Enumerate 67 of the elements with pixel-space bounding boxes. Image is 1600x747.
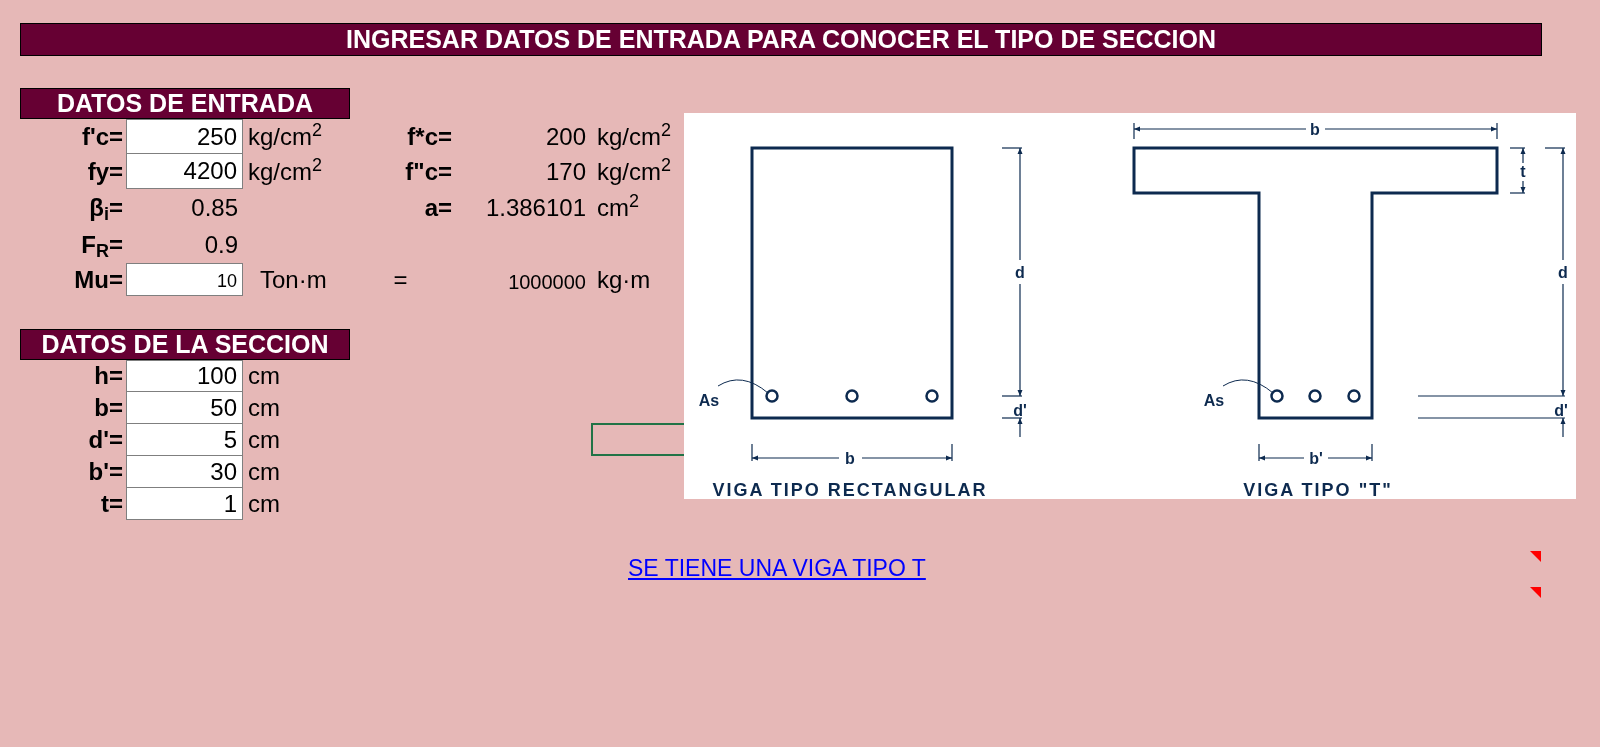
value-input-field[interactable]: 250: [126, 119, 243, 154]
unit-label: kg·m: [597, 265, 651, 293]
unit-label: cm: [248, 426, 280, 453]
dimension-label: d: [1558, 264, 1568, 281]
leader-line: [1222, 379, 1274, 394]
value-input-field[interactable]: 1: [126, 488, 243, 520]
beam-type-caption: VIGA TIPO "T": [1243, 480, 1393, 499]
value-input-field[interactable]: 30: [126, 456, 243, 488]
parameter-label: b'=: [88, 458, 123, 485]
unit-label: kg/cm$^{2}$: [248, 122, 323, 150]
section-title: DATOS DE LA SECCION: [20, 329, 350, 360]
computed-value: 1000000: [508, 270, 586, 293]
parameter-label: f'c=: [81, 122, 123, 150]
parameter-label: fy=: [87, 157, 123, 185]
result-label: a=: [424, 193, 452, 221]
unit-label: kg/cm$^{2}$: [597, 157, 672, 185]
dimension-label: d: [1015, 264, 1025, 281]
result-label: f*c=: [407, 122, 452, 150]
value-input-field[interactable]: 10: [126, 263, 243, 296]
comment-marker-icon: [1530, 587, 1541, 598]
page-title-bar: INGRESAR DATOS DE ENTRADA PARA CONOCER EL TIPO DE SECCION: [20, 23, 1542, 56]
rebar-circle: [1347, 389, 1361, 403]
unit-label: cm: [248, 362, 280, 389]
parameter-label: b=: [94, 394, 123, 421]
parameter-label: F$_{R}$=: [81, 230, 123, 258]
steel-area-label: As: [1203, 392, 1225, 409]
computed-value: 200: [545, 122, 586, 150]
value-input-field[interactable]: 100: [126, 360, 243, 392]
beam-type-caption: VIGA TIPO RECTANGULAR: [712, 480, 988, 499]
unit-label: cm$^{2}$: [597, 193, 639, 221]
leader-line: [717, 379, 769, 394]
dimension-label: t: [1520, 163, 1526, 180]
dimension-label: b: [845, 450, 855, 467]
computed-value: 170: [545, 157, 586, 185]
dimension-label: d': [1013, 402, 1027, 419]
unit-label: cm: [248, 394, 280, 421]
parameter-label: d'=: [88, 426, 123, 453]
unit-label: kg/cm$^{2}$: [248, 157, 323, 185]
unit-label: cm: [248, 490, 280, 517]
steel-area-label: As: [698, 392, 720, 409]
section-title: DATOS DE ENTRADA: [20, 88, 350, 119]
dimension-label: d': [1554, 402, 1568, 419]
dimension-label: b': [1309, 450, 1323, 467]
comment-marker-icon: [1530, 551, 1541, 562]
dimension-line: [1001, 417, 1023, 438]
computed-value: 1.386101: [485, 193, 586, 221]
value-input-field[interactable]: 4200: [126, 154, 243, 189]
result-link[interactable]: SE TIENE UNA VIGA TIPO T: [628, 555, 926, 581]
unit-label: Ton·m: [260, 265, 327, 293]
value-text: 0.9: [204, 229, 238, 260]
rebar-circle: [765, 389, 779, 403]
rebar-circle: [845, 389, 859, 403]
parameter-label: β$_{i}$=: [89, 193, 123, 221]
result-label: =: [393, 265, 408, 293]
value-input-field[interactable]: 50: [126, 392, 243, 424]
rebar-circle: [925, 389, 939, 403]
value-input-field[interactable]: 5: [126, 424, 243, 456]
rebar-circle: [1308, 389, 1322, 403]
parameter-label: t=: [101, 490, 123, 517]
parameter-label: h=: [94, 362, 123, 389]
rebar-circle: [1270, 389, 1284, 403]
unit-label: kg/cm$^{2}$: [597, 122, 672, 150]
parameter-label: Mu=: [74, 265, 123, 293]
value-text: 0.85: [191, 192, 238, 223]
dimension-label: b: [1310, 121, 1320, 138]
unit-label: cm: [248, 458, 280, 485]
result-label: f"c=: [405, 157, 452, 185]
